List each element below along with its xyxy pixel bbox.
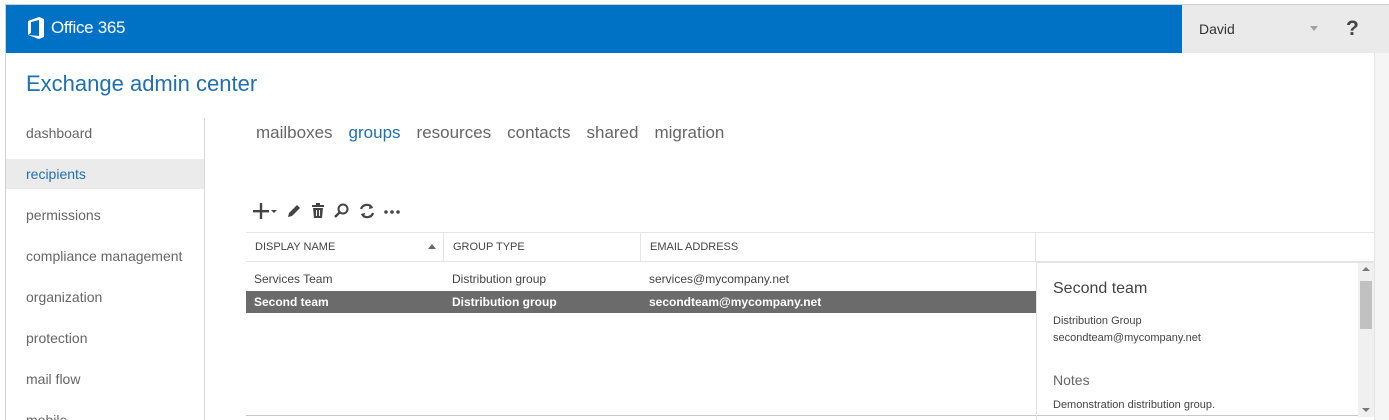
cell-group-type: Distribution group bbox=[452, 295, 557, 309]
office365-logo[interactable]: Office 365 bbox=[26, 17, 125, 39]
page-scrollbar[interactable] bbox=[1374, 53, 1389, 420]
scroll-down-icon[interactable] bbox=[1362, 408, 1370, 412]
edit-icon bbox=[288, 205, 300, 217]
help-icon[interactable]: ? bbox=[1346, 17, 1359, 41]
grid-toolbar bbox=[252, 201, 408, 221]
edit-button[interactable] bbox=[285, 201, 303, 221]
cell-email: secondteam@mycompany.net bbox=[649, 295, 822, 309]
nav-item-permissions[interactable]: permissions bbox=[6, 200, 204, 230]
details-notes: Demonstration distribution group. bbox=[1053, 399, 1216, 411]
details-pane: Second team Distribution Group secondtea… bbox=[1036, 262, 1376, 420]
scrollbar-thumb[interactable] bbox=[1360, 281, 1372, 329]
user-menu[interactable]: David ? bbox=[1182, 5, 1389, 53]
cell-display-name: Services Team bbox=[254, 272, 333, 286]
page-title: Exchange admin center bbox=[26, 71, 258, 96]
column-header-display-name[interactable]: DISPLAY NAME bbox=[246, 233, 444, 261]
details-notes-heading: Notes bbox=[1053, 372, 1090, 388]
more-icon bbox=[384, 210, 400, 214]
column-header-label: GROUP TYPE bbox=[453, 241, 525, 253]
nav-item-compliance-management[interactable]: compliance management bbox=[6, 241, 204, 271]
tab-groups[interactable]: groups bbox=[349, 123, 401, 143]
cell-display-name: Second team bbox=[254, 295, 329, 309]
table-row-selected[interactable]: Second team Distribution group secondtea… bbox=[246, 291, 1036, 313]
column-header-email-address[interactable]: EMAIL ADDRESS bbox=[641, 233, 1036, 261]
app-window: Office 365 David ? Exchange admin center… bbox=[5, 4, 1389, 420]
grid-header: DISPLAY NAME GROUP TYPE EMAIL ADDRESS bbox=[246, 232, 1376, 262]
table-row[interactable]: Services Team Distribution group service… bbox=[246, 268, 1036, 290]
search-button[interactable] bbox=[333, 201, 351, 221]
nav-item-mail-flow[interactable]: mail flow bbox=[6, 364, 204, 394]
tab-contacts[interactable]: contacts bbox=[507, 123, 570, 143]
recipient-tabs: mailboxes groups resources contacts shar… bbox=[256, 123, 740, 143]
left-navigation: dashboard recipients permissions complia… bbox=[6, 118, 205, 420]
brand-name: Office 365 bbox=[51, 18, 126, 37]
chevron-down-icon[interactable] bbox=[1310, 26, 1318, 31]
nav-item-organization[interactable]: organization bbox=[6, 282, 204, 312]
add-icon bbox=[253, 203, 277, 219]
nav-item-dashboard[interactable]: dashboard bbox=[6, 118, 204, 148]
tab-shared[interactable]: shared bbox=[586, 123, 638, 143]
nav-item-protection[interactable]: protection bbox=[6, 323, 204, 353]
brand-bar: Office 365 bbox=[6, 5, 1182, 53]
refresh-icon bbox=[359, 203, 375, 219]
column-header-group-type[interactable]: GROUP TYPE bbox=[444, 233, 641, 261]
nav-item-mobile[interactable]: mobile bbox=[6, 405, 204, 420]
details-title: Second team bbox=[1053, 280, 1148, 297]
scroll-up-icon[interactable] bbox=[1362, 267, 1370, 271]
column-header-label: DISPLAY NAME bbox=[255, 241, 336, 253]
top-bar: Office 365 David ? bbox=[6, 5, 1389, 53]
details-email: secondteam@mycompany.net bbox=[1053, 332, 1201, 344]
office-logo-icon bbox=[28, 17, 44, 39]
delete-icon bbox=[312, 203, 324, 218]
cell-group-type: Distribution group bbox=[452, 272, 547, 286]
nav-item-recipients[interactable]: recipients bbox=[6, 159, 204, 189]
add-button[interactable] bbox=[252, 201, 278, 221]
sort-ascending-icon bbox=[428, 244, 436, 249]
details-scrollbar[interactable] bbox=[1358, 263, 1374, 417]
user-name[interactable]: David bbox=[1199, 21, 1235, 37]
more-button[interactable] bbox=[383, 201, 401, 221]
tab-resources[interactable]: resources bbox=[417, 123, 492, 143]
refresh-button[interactable] bbox=[358, 201, 376, 221]
cell-email: services@mycompany.net bbox=[649, 272, 790, 286]
column-header-label: EMAIL ADDRESS bbox=[650, 241, 739, 253]
search-icon bbox=[334, 203, 349, 218]
details-group-type: Distribution Group bbox=[1053, 315, 1142, 327]
delete-button[interactable] bbox=[310, 201, 326, 221]
tab-mailboxes[interactable]: mailboxes bbox=[256, 123, 333, 143]
tab-migration[interactable]: migration bbox=[654, 123, 724, 143]
